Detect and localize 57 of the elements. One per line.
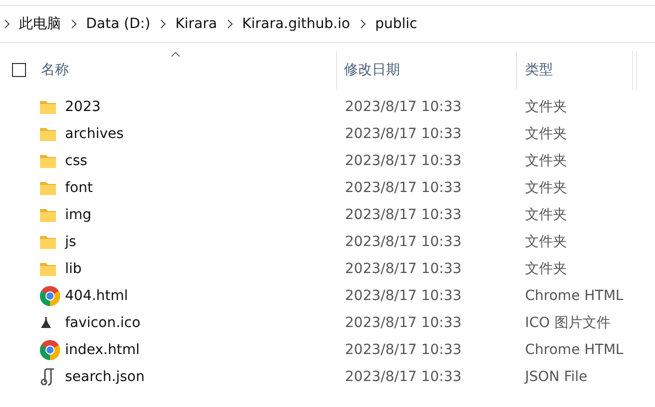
file-name[interactable]: css (65, 152, 88, 168)
file-type: 文件夹 (525, 98, 568, 116)
modified-date: 2023/8/17 10:33 (345, 98, 463, 114)
chevron-icon[interactable] (4, 19, 10, 29)
file-type: ICO 图片文件 (525, 314, 612, 332)
modified-date: 2023/8/17 10:33 (345, 342, 463, 358)
chevron-icon[interactable] (360, 19, 366, 29)
chevron-icon[interactable] (160, 19, 166, 29)
file-type: JSON File (525, 368, 588, 384)
breadcrumb-item[interactable]: public (375, 16, 418, 32)
file-name[interactable]: 404.html (65, 288, 128, 304)
file-type: 文件夹 (525, 232, 568, 250)
script-file-icon (40, 368, 56, 386)
chrome-icon (40, 340, 60, 360)
folder-icon (40, 100, 56, 114)
modified-date: 2023/8/17 10:33 (345, 180, 463, 196)
file-name[interactable]: favicon.ico (65, 314, 140, 330)
folder-icon (40, 154, 56, 168)
select-all-checkbox[interactable] (12, 63, 26, 77)
column-header[interactable]: 类型 (525, 61, 553, 79)
file-name[interactable]: 2023 (65, 98, 101, 114)
breadcrumb-item[interactable]: Data (D:) (86, 16, 150, 32)
modified-date: 2023/8/17 10:33 (345, 260, 463, 276)
column-header[interactable]: 修改日期 (344, 61, 400, 79)
modified-date: 2023/8/17 10:33 (345, 288, 463, 304)
folder-icon (40, 208, 56, 222)
file-type: 文件夹 (525, 152, 568, 170)
modified-date: 2023/8/17 10:33 (345, 314, 463, 330)
chrome-icon (40, 286, 60, 306)
modified-date: 2023/8/17 10:33 (345, 206, 463, 222)
modified-date: 2023/8/17 10:33 (345, 152, 463, 168)
file-name[interactable]: archives (65, 126, 124, 142)
file-type: Chrome HTML (525, 342, 624, 358)
file-type: Chrome HTML (525, 288, 624, 304)
file-type: 文件夹 (525, 124, 568, 142)
file-name[interactable]: js (65, 234, 76, 250)
file-name[interactable]: lib (65, 260, 82, 276)
modified-date: 2023/8/17 10:33 (345, 126, 463, 142)
folder-icon (40, 234, 56, 248)
breadcrumb-item[interactable]: Kirara (175, 16, 218, 32)
chevron-icon[interactable] (227, 19, 234, 29)
modified-date: 2023/8/17 10:33 (345, 368, 463, 384)
modified-date: 2023/8/17 10:33 (345, 234, 463, 250)
file-name[interactable]: font (65, 180, 93, 196)
chevron-icon[interactable] (71, 19, 77, 29)
breadcrumb-item[interactable]: 此电脑 (19, 15, 61, 33)
file-name[interactable]: search.json (65, 368, 145, 384)
file-type: 文件夹 (525, 260, 568, 278)
folder-icon (40, 262, 56, 276)
folder-icon (40, 126, 56, 140)
file-type: 文件夹 (525, 178, 568, 196)
column-header[interactable]: 名称 (41, 61, 69, 79)
file-type: 文件夹 (525, 206, 568, 224)
folder-icon (40, 180, 56, 194)
breadcrumb-item[interactable]: Kirara.github.io (242, 16, 350, 32)
file-name[interactable]: img (65, 206, 92, 222)
file-name[interactable]: index.html (65, 342, 140, 358)
